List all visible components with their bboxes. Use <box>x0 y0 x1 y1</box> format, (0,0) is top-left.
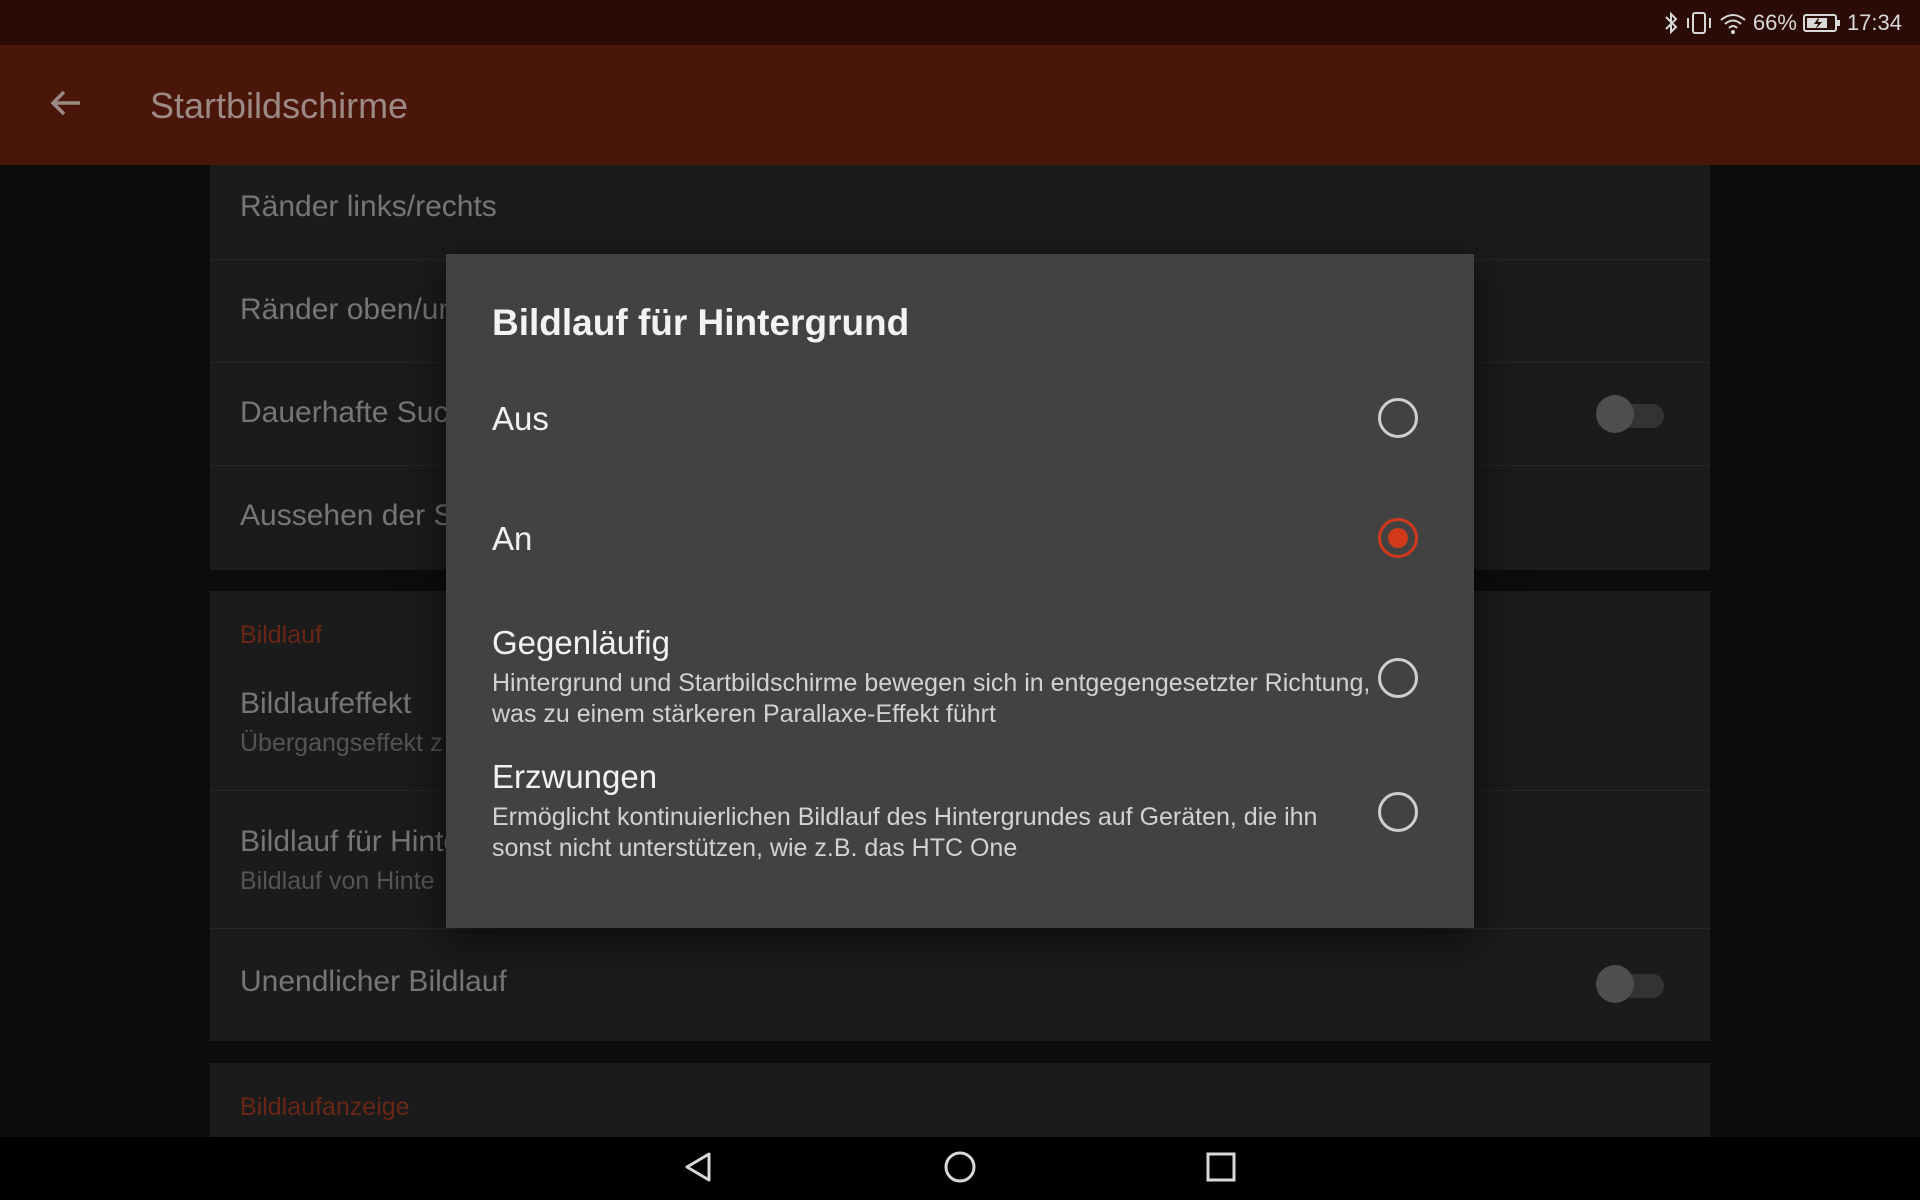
nav-back-button[interactable] <box>674 1145 722 1193</box>
option-label: An <box>492 520 533 557</box>
setting-label: Ränder links/rechts <box>240 190 497 223</box>
option-label: Aus <box>492 400 549 437</box>
setting-label: Bildlaufeffekt <box>240 687 412 720</box>
option-an[interactable]: An <box>446 478 1474 598</box>
navigation-bar <box>0 1137 1920 1200</box>
nav-recents-icon <box>1204 1150 1238 1189</box>
clock: 17:34 <box>1846 9 1902 35</box>
option-label: Erzwungen <box>492 758 658 795</box>
status-icons: 66% 17:34 <box>1663 0 1902 45</box>
status-bar: 66% 17:34 <box>0 0 1920 45</box>
setting-label: Unendlicher Bildlauf <box>240 965 507 998</box>
wallpaper-scrolling-dialog: Bildlauf für Hintergrund Aus An Gegenläu… <box>446 254 1474 928</box>
app-bar: Startbildschirme <box>0 45 1920 165</box>
nav-home-button[interactable] <box>936 1145 984 1193</box>
radio-button-unchecked[interactable] <box>1378 658 1418 698</box>
bluetooth-icon <box>1663 11 1679 35</box>
setting-infinite-scroll[interactable]: Unendlicher Bildlauf <box>210 929 1710 1041</box>
setting-summary: Bildlauf von Hinte <box>240 867 435 895</box>
nav-home-icon <box>943 1150 977 1189</box>
nav-recents-button[interactable] <box>1197 1145 1245 1193</box>
option-gegenlaeufig[interactable]: Gegenläufig Hintergrund und Startbildsch… <box>446 624 1474 744</box>
wifi-icon <box>1719 11 1747 35</box>
nav-back-icon <box>681 1150 715 1189</box>
setting-margins-horizontal[interactable]: Ränder links/rechts <box>210 165 1710 260</box>
vibrate-icon <box>1685 11 1713 35</box>
arrow-left-icon <box>48 85 84 126</box>
dialog-title: Bildlauf für Hintergrund <box>492 302 910 343</box>
battery-percent: 66% <box>1752 9 1797 35</box>
option-label: Gegenläufig <box>492 624 670 661</box>
section-title-indicator: Bildlaufanzeige <box>240 1093 410 1121</box>
settings-card-indicator: Bildlaufanzeige <box>210 1063 1710 1137</box>
radio-button-unchecked[interactable] <box>1378 398 1418 438</box>
radio-button-unchecked[interactable] <box>1378 792 1418 832</box>
option-erzwungen[interactable]: Erzwungen Ermöglicht kontinuierlichen Bi… <box>446 758 1474 878</box>
page-title: Startbildschirme <box>150 85 409 126</box>
battery-charging-icon <box>1802 12 1841 34</box>
persistent-search-toggle[interactable] <box>1596 393 1666 433</box>
option-description: Hintergrund und Startbildschirme bewegen… <box>492 669 1371 728</box>
option-description: Ermöglicht kontinuierlichen Bildlauf des… <box>492 803 1318 862</box>
section-title-scrolling: Bildlauf <box>240 621 322 649</box>
infinite-scroll-toggle[interactable] <box>1596 963 1666 1003</box>
option-aus[interactable]: Aus <box>446 358 1474 478</box>
radio-button-checked[interactable] <box>1378 518 1418 558</box>
back-button[interactable] <box>42 81 90 129</box>
setting-summary: Übergangseffekt z <box>240 729 443 757</box>
